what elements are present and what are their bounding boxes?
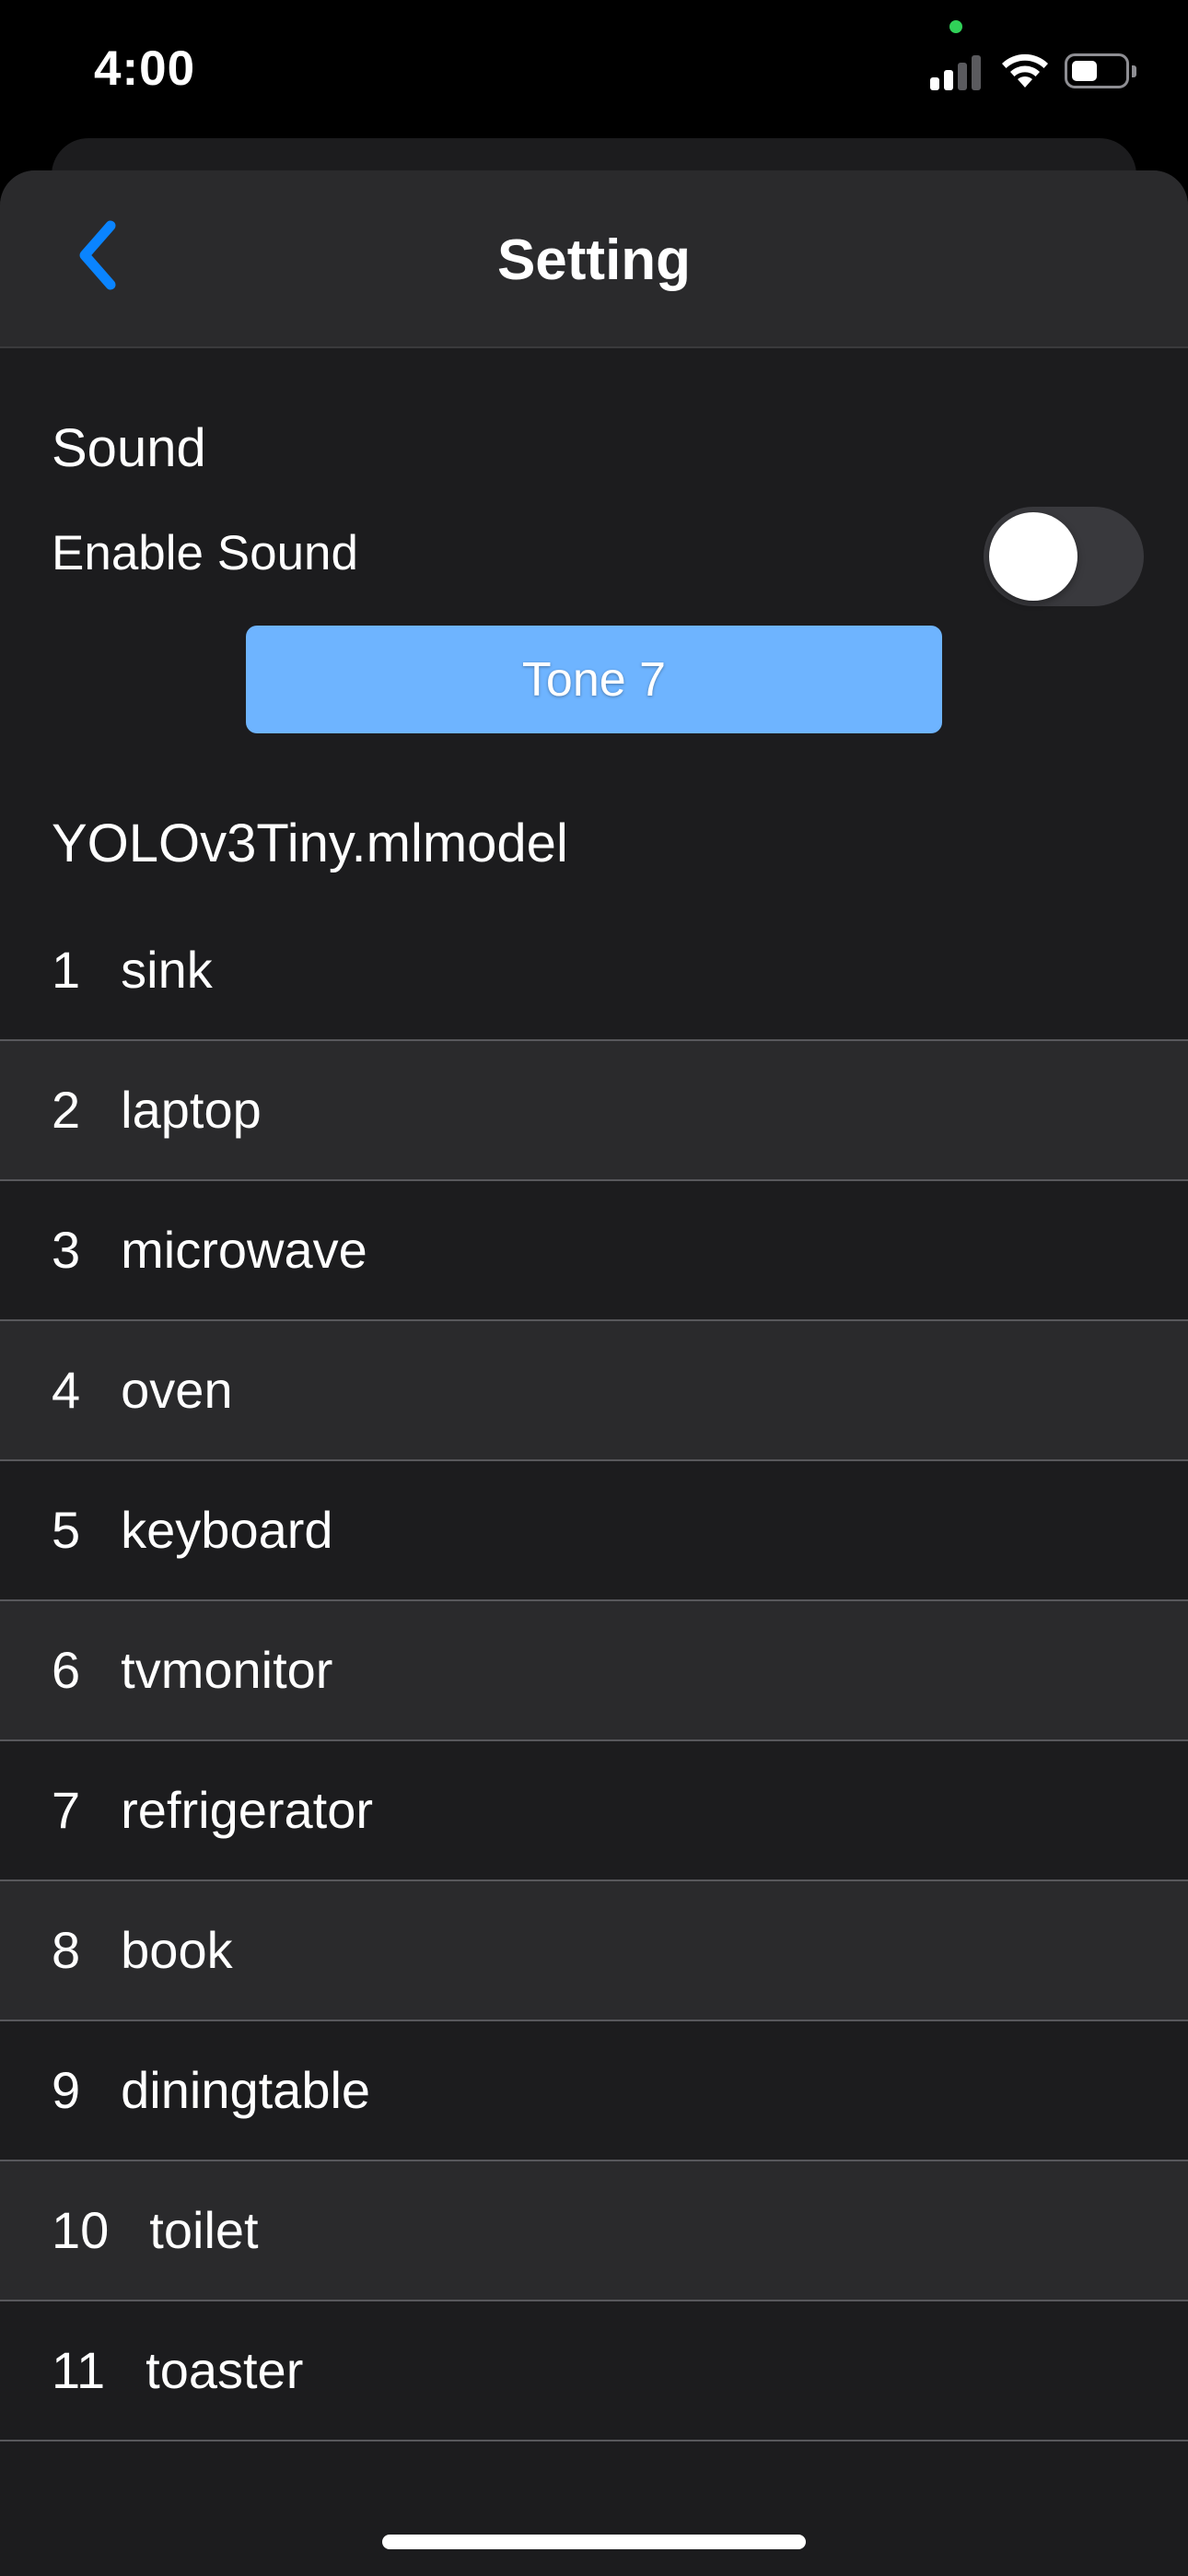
class-list: 1 sink 2 laptop 3 microwave 4 oven 5 keyboard 6 tvm… — [0, 901, 1188, 2441]
app-screen: 4:00 Setting Sound Enable Sound Tone 7 Y… — [0, 0, 1188, 2576]
class-row[interactable]: 2 laptop — [0, 1041, 1188, 1181]
toggle-knob — [989, 512, 1077, 601]
enable-sound-label: Enable Sound — [52, 526, 359, 580]
signal-bar — [930, 77, 939, 90]
enable-sound-toggle[interactable] — [984, 507, 1144, 606]
settings-sheet: Setting Sound Enable Sound Tone 7 YOLOv3… — [0, 170, 1188, 2576]
class-name: keyboard — [121, 1501, 333, 1559]
sound-section-title: Sound — [52, 418, 206, 478]
class-row[interactable]: 9 diningtable — [0, 2021, 1188, 2161]
signal-bar — [944, 70, 953, 90]
class-index: 7 — [52, 1781, 81, 1839]
class-index: 3 — [52, 1221, 81, 1279]
class-name: refrigerator — [121, 1781, 374, 1839]
tone-select-button[interactable]: Tone 7 — [246, 626, 942, 733]
class-name: laptop — [121, 1081, 262, 1139]
class-index: 9 — [52, 2061, 81, 2119]
class-index: 2 — [52, 1081, 81, 1139]
bottom-safe-area — [0, 2474, 1188, 2576]
model-name: YOLOv3Tiny.mlmodel — [52, 814, 568, 873]
page-title: Setting — [496, 228, 692, 292]
class-row[interactable]: 4 oven — [0, 1321, 1188, 1461]
cellular-signal-icon — [930, 53, 985, 90]
privacy-indicator-dot — [949, 20, 962, 33]
class-row[interactable]: 8 book — [0, 1881, 1188, 2021]
signal-bar — [958, 63, 967, 90]
class-name: sink — [121, 941, 213, 999]
class-index: 10 — [52, 2201, 110, 2259]
class-row[interactable]: 11 toaster — [0, 2301, 1188, 2441]
class-row[interactable]: 1 sink — [0, 901, 1188, 1041]
class-index: 1 — [52, 941, 81, 999]
class-name: microwave — [121, 1221, 367, 1279]
signal-bar — [972, 55, 981, 90]
class-name: toilet — [149, 2201, 259, 2259]
class-row[interactable]: 10 toilet — [0, 2161, 1188, 2301]
wifi-icon — [999, 51, 1051, 91]
class-index: 11 — [52, 2341, 106, 2399]
class-name: tvmonitor — [121, 1641, 333, 1699]
class-row[interactable]: 7 refrigerator — [0, 1741, 1188, 1881]
class-index: 8 — [52, 1921, 81, 1979]
navigation-bar: Setting — [0, 170, 1188, 348]
class-name: oven — [121, 1361, 233, 1419]
class-row[interactable]: 5 keyboard — [0, 1461, 1188, 1601]
class-index: 5 — [52, 1501, 81, 1559]
class-name: book — [121, 1921, 233, 1979]
home-indicator[interactable] — [382, 2535, 806, 2549]
status-time: 4:00 — [94, 41, 196, 96]
class-row[interactable]: 3 microwave — [0, 1181, 1188, 1321]
class-row[interactable]: 6 tvmonitor — [0, 1601, 1188, 1741]
battery-icon — [1065, 53, 1136, 90]
status-bar: 4:00 — [0, 0, 1188, 138]
class-name: diningtable — [121, 2061, 371, 2119]
class-index: 6 — [52, 1641, 81, 1699]
class-name: toaster — [146, 2341, 304, 2399]
class-index: 4 — [52, 1361, 81, 1419]
